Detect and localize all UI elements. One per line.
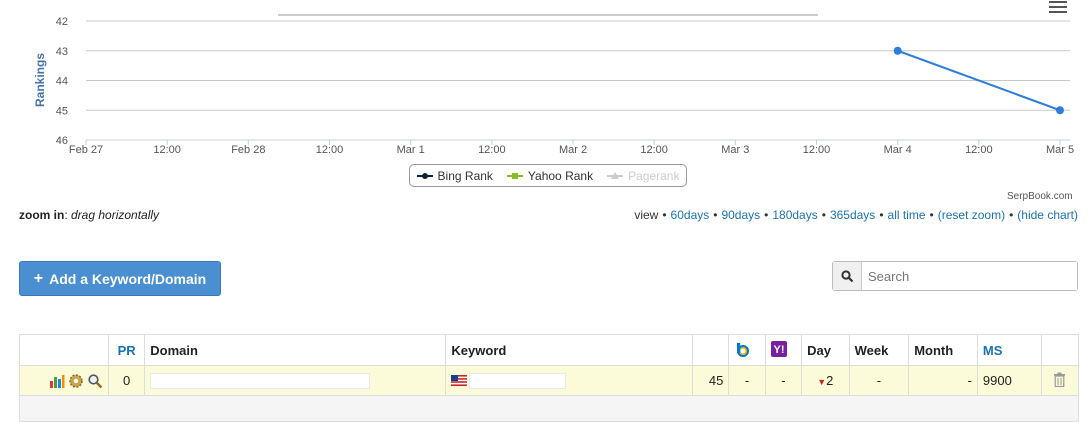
domain-cell[interactable] bbox=[144, 365, 447, 396]
table-row[interactable]: 0 45 - - ▼2 - - 9900 bbox=[19, 365, 1080, 396]
month-header[interactable]: Month bbox=[908, 334, 978, 366]
x-tick-label: Mar 3 bbox=[721, 144, 749, 156]
x-axis-ticks: Feb 27 12:00 Feb 28 12:00 Mar 1 12:00 Mar 2 12:… bbox=[69, 140, 1074, 156]
view-range-links: view • 60days • 90days • 180days • 365days • all t… bbox=[634, 208, 1078, 222]
legend-yahoo-rank[interactable]: Yahoo Rank bbox=[506, 168, 594, 183]
svg-text:Y!: Y! bbox=[773, 344, 784, 356]
y-tick-label: 43 bbox=[56, 46, 68, 58]
x-tick-label: Feb 27 bbox=[69, 144, 103, 156]
y-axis-ticks: 42 43 44 45 46 bbox=[56, 16, 68, 147]
pr-cell: 0 bbox=[107, 365, 146, 396]
x-tick-label: 12:00 bbox=[803, 144, 831, 156]
legend-label: Pagerank bbox=[628, 168, 680, 183]
week-change-cell: - bbox=[848, 365, 910, 396]
pagerank-legend-icon bbox=[607, 171, 624, 179]
plus-icon: + bbox=[33, 269, 44, 287]
google-header[interactable] bbox=[691, 334, 730, 366]
x-tick-label: 12:00 bbox=[316, 144, 344, 156]
y-tick-label: 45 bbox=[56, 105, 68, 117]
chart-menu-icon[interactable] bbox=[1049, 1, 1067, 13]
gear-icon[interactable] bbox=[68, 373, 84, 389]
bing-rank-cell: - bbox=[728, 365, 766, 396]
yahoo-icon: Y! bbox=[770, 340, 787, 357]
legend-pagerank[interactable]: Pagerank bbox=[607, 169, 679, 183]
us-flag-icon bbox=[451, 375, 468, 387]
chart-credits[interactable]: SerpBook.com bbox=[1007, 191, 1073, 202]
row-tools bbox=[19, 365, 109, 396]
bing-rank-legend-icon bbox=[416, 172, 433, 179]
x-tick-label: Feb 28 bbox=[231, 144, 265, 156]
day-change-value: 2 bbox=[826, 373, 834, 388]
x-tick-label: 12:00 bbox=[640, 144, 668, 156]
legend-bing-rank[interactable]: Bing Rank bbox=[416, 168, 493, 183]
google-rank-cell: 45 bbox=[691, 365, 730, 396]
x-tick-label: Mar 4 bbox=[884, 144, 912, 156]
ms-cell: 9900 bbox=[976, 365, 1042, 396]
domain-value bbox=[150, 372, 371, 389]
chart-grid bbox=[86, 20, 1070, 141]
bing-header[interactable] bbox=[728, 334, 766, 366]
view-90days-link[interactable]: 90days bbox=[721, 208, 760, 222]
magnifier-icon[interactable] bbox=[87, 373, 103, 389]
day-change-cell: ▼2 bbox=[801, 365, 850, 396]
month-change-cell: - bbox=[908, 365, 978, 396]
week-header[interactable]: Week bbox=[848, 334, 910, 366]
y-tick-label: 42 bbox=[56, 16, 68, 28]
reset-zoom-link[interactable]: (reset zoom) bbox=[938, 208, 1005, 222]
data-point bbox=[893, 46, 902, 55]
view-180days-link[interactable]: 180days bbox=[772, 208, 817, 222]
down-arrow-icon: ▼ bbox=[817, 377, 827, 387]
yahoo-header[interactable]: Y! bbox=[764, 334, 803, 366]
yahoo-rank-legend-icon bbox=[506, 172, 523, 179]
data-point bbox=[1056, 106, 1064, 115]
ms-header[interactable]: MS bbox=[976, 334, 1042, 366]
view-60days-link[interactable]: 60days bbox=[671, 208, 710, 222]
search-icon[interactable] bbox=[833, 262, 862, 290]
tools-header bbox=[19, 334, 109, 366]
add-button-label: Add a Keyword/Domain bbox=[49, 270, 207, 287]
view-label: view bbox=[634, 208, 659, 222]
table-header-row: PR Domain Keyword Y! Day Week Month MS bbox=[19, 334, 1080, 366]
legend-label: Bing Rank bbox=[437, 168, 493, 183]
x-tick-label: Mar 1 bbox=[397, 144, 425, 156]
search-input[interactable] bbox=[862, 262, 1077, 290]
keyword-header[interactable]: Keyword bbox=[445, 334, 693, 366]
domain-header[interactable]: Domain bbox=[144, 334, 447, 366]
day-header[interactable]: Day bbox=[801, 334, 850, 366]
y-tick-label: 46 bbox=[56, 135, 68, 147]
hide-chart-link[interactable]: (hide chart) bbox=[1017, 208, 1078, 222]
x-tick-label: Mar 2 bbox=[559, 144, 587, 156]
x-tick-label: Mar 5 bbox=[1046, 144, 1074, 156]
search-box bbox=[832, 261, 1078, 291]
x-tick-label: 12:00 bbox=[965, 144, 993, 156]
delete-cell bbox=[1040, 365, 1080, 396]
zoom-instruction: drag horizontally bbox=[71, 208, 160, 222]
zoom-hint: zoom in: drag horizontally bbox=[19, 208, 160, 222]
bar-chart-icon[interactable] bbox=[49, 373, 65, 389]
keyword-table: PR Domain Keyword Y! Day Week Month MS 0… bbox=[19, 334, 1080, 422]
trash-icon[interactable] bbox=[1053, 372, 1066, 387]
x-tick-label: 12:00 bbox=[153, 144, 181, 156]
legend-label: Yahoo Rank bbox=[527, 168, 594, 183]
keyword-value bbox=[469, 372, 567, 389]
y-tick-label: 44 bbox=[56, 76, 68, 88]
add-keyword-domain-button[interactable]: + Add a Keyword/Domain bbox=[19, 261, 221, 296]
yahoo-rank-cell: - bbox=[764, 365, 803, 396]
delete-header bbox=[1040, 334, 1080, 366]
keyword-cell[interactable] bbox=[445, 365, 693, 396]
view-all-time-link[interactable]: all time bbox=[888, 208, 926, 222]
zoom-label: zoom in bbox=[19, 208, 65, 222]
x-tick-label: 12:00 bbox=[478, 144, 506, 156]
pr-header[interactable]: PR bbox=[107, 334, 146, 366]
view-365days-link[interactable]: 365days bbox=[830, 208, 875, 222]
chart-legend: Bing Rank Yahoo Rank Pagerank bbox=[409, 164, 687, 187]
y-axis-label: Rankings bbox=[33, 53, 47, 107]
bing-icon bbox=[737, 342, 750, 357]
